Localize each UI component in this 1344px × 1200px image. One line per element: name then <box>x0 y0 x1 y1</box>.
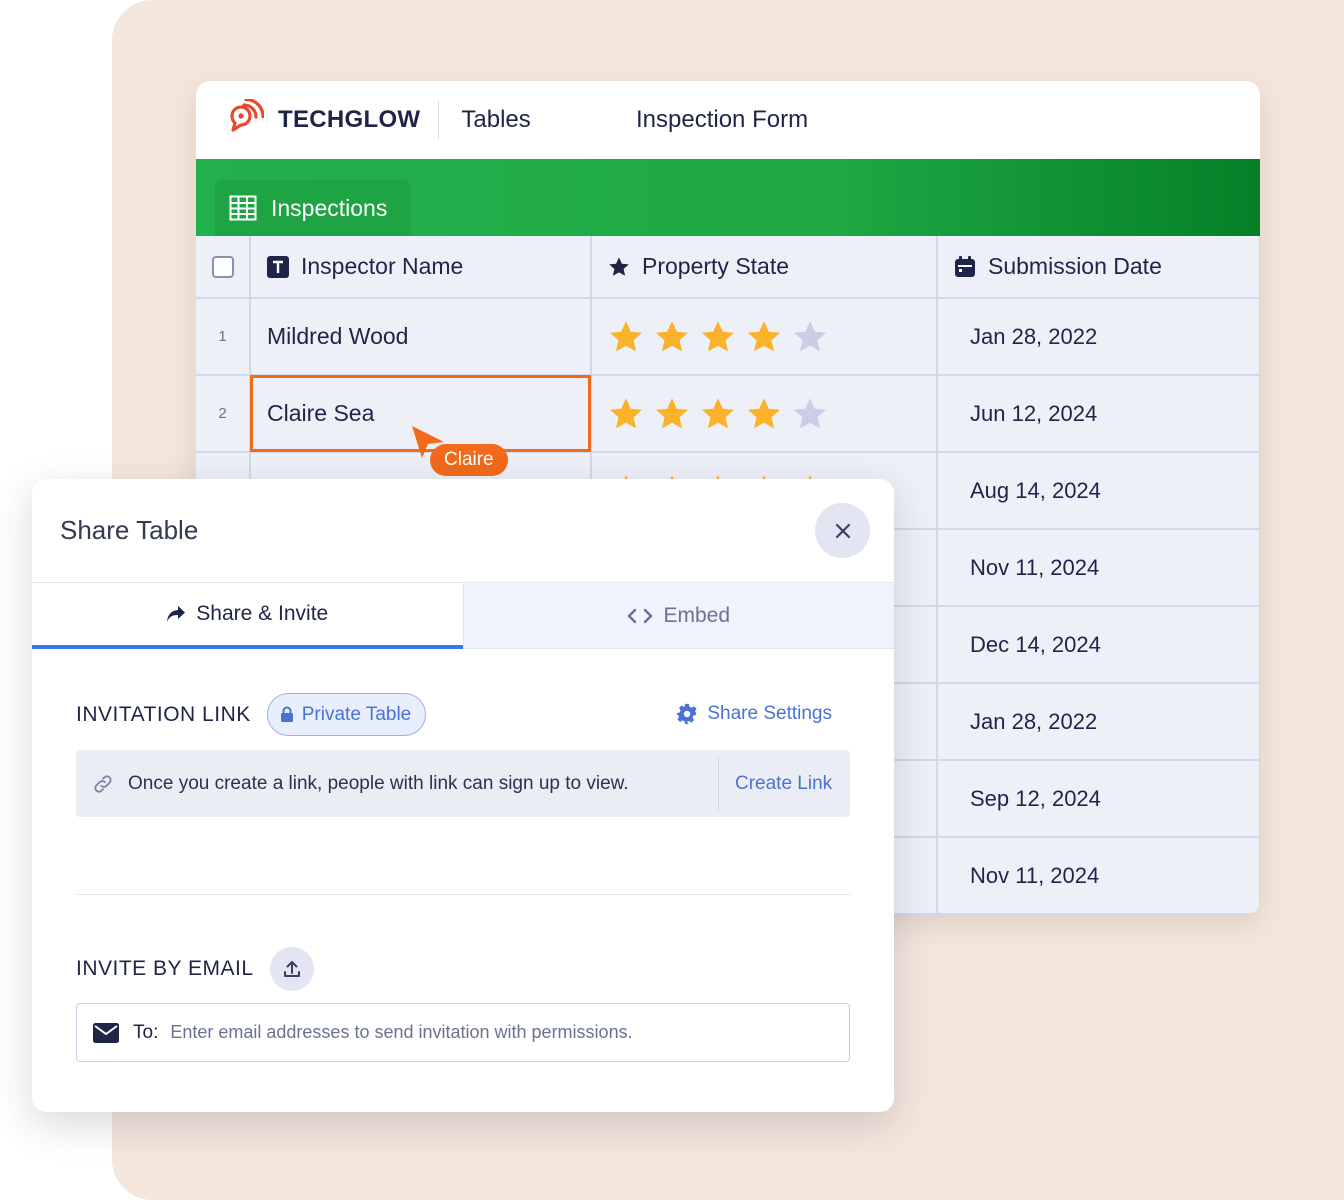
column-header-submission-date[interactable]: Submission Date <box>937 236 1260 299</box>
header-divider <box>438 101 440 139</box>
star-rating[interactable] <box>608 396 936 432</box>
select-all-checkbox[interactable] <box>211 255 234 278</box>
cell-submission-date[interactable]: Nov 11, 2024 <box>937 837 1260 915</box>
invite-by-email-row: INVITE BY EMAIL <box>76 947 314 991</box>
table-row[interactable]: 1 Mildred Wood Jan 28, 2022 <box>196 298 1260 376</box>
create-link-button[interactable]: Create Link <box>735 773 832 795</box>
techglow-logo-icon <box>230 99 264 132</box>
dialog-header: Share Table <box>32 479 894 583</box>
share-table-dialog: Share Table Share & Invite Embed INVITAT… <box>32 479 894 1112</box>
form-title[interactable]: Inspection Form <box>636 106 808 134</box>
upload-contacts-button[interactable] <box>269 947 314 991</box>
cell-inspector-name[interactable]: Mildred Wood <box>250 298 592 376</box>
row-number: 2 <box>196 375 251 453</box>
email-input[interactable] <box>170 1022 771 1043</box>
cell-property-state[interactable] <box>591 298 938 376</box>
collaborator-cursor-label: Claire <box>430 444 508 476</box>
invitation-link-box: Once you create a link, people with link… <box>76 750 850 817</box>
invitation-link-row: INVITATION LINK Private Table <box>76 693 427 736</box>
to-label: To: <box>133 1021 159 1043</box>
rating-star-icon[interactable] <box>654 396 690 432</box>
tab-label: Embed <box>663 603 731 627</box>
cell-submission-date[interactable]: Jan 28, 2022 <box>937 298 1260 376</box>
cell-property-state[interactable] <box>591 375 938 453</box>
cell-submission-date[interactable]: Sep 12, 2024 <box>937 760 1260 838</box>
link-icon <box>94 774 112 793</box>
tab-share-invite[interactable]: Share & Invite <box>32 583 463 649</box>
invite-by-email-title: INVITE BY EMAIL <box>76 957 254 980</box>
grid-table-icon <box>229 195 257 221</box>
email-recipients-field[interactable]: To: <box>76 1003 850 1062</box>
nav-tables[interactable]: Tables <box>461 106 530 134</box>
tab-inspections[interactable]: Inspections <box>215 180 411 236</box>
rating-star-icon[interactable] <box>700 319 736 355</box>
star-rating[interactable] <box>608 319 936 355</box>
table-row[interactable]: 2 Claire Sea Jun 12, 2024 <box>196 375 1260 453</box>
column-header-inspector-name[interactable]: Inspector Name <box>250 236 592 299</box>
column-label: Submission Date <box>988 253 1162 279</box>
rating-star-icon[interactable] <box>700 396 736 432</box>
close-icon <box>835 523 850 538</box>
tab-inspections-label: Inspections <box>271 194 388 221</box>
rating-star-icon[interactable] <box>746 396 782 432</box>
share-arrow-icon <box>167 606 186 622</box>
gear-icon <box>677 703 697 725</box>
tab-label: Share & Invite <box>196 602 329 625</box>
cell-submission-date[interactable]: Jan 28, 2022 <box>937 683 1260 761</box>
envelope-icon <box>93 1022 119 1043</box>
cell-submission-date[interactable]: Dec 14, 2024 <box>937 606 1260 684</box>
share-settings-link[interactable]: Share Settings <box>676 703 832 725</box>
upload-icon <box>283 961 300 977</box>
section-divider <box>76 894 850 895</box>
column-label: Inspector Name <box>301 253 464 279</box>
select-all-cell <box>196 236 251 299</box>
tab-embed[interactable]: Embed <box>462 583 894 649</box>
rating-star-icon[interactable] <box>654 319 690 355</box>
cell-submission-date[interactable]: Jun 12, 2024 <box>937 375 1260 453</box>
invitation-link-title: INVITATION LINK <box>76 702 251 726</box>
calendar-icon <box>955 255 975 277</box>
cell-submission-date[interactable]: Nov 11, 2024 <box>937 529 1260 607</box>
private-table-label: Private Table <box>301 703 412 725</box>
rating-star-icon[interactable] <box>792 319 828 355</box>
share-settings-label: Share Settings <box>707 703 832 724</box>
dialog-tabs: Share & Invite Embed <box>32 583 894 649</box>
dialog-title: Share Table <box>60 515 199 545</box>
private-table-badge[interactable]: Private Table <box>266 693 427 736</box>
code-icon <box>628 608 653 623</box>
link-box-divider <box>718 758 719 810</box>
text-type-icon <box>267 255 289 278</box>
rating-star-icon[interactable] <box>792 396 828 432</box>
table-tabs-bar: Inspections <box>196 159 1260 236</box>
close-button[interactable] <box>815 503 870 558</box>
row-number: 1 <box>196 298 251 376</box>
rating-star-icon[interactable] <box>608 319 644 355</box>
brand-name: TECHGLOW <box>278 106 421 133</box>
top-bar: TECHGLOW Tables Inspection Form <box>196 81 1260 159</box>
rating-star-icon[interactable] <box>746 319 782 355</box>
star-icon <box>609 256 629 276</box>
column-label: Property State <box>642 253 790 279</box>
table-header-row: Inspector Name Property State Submission… <box>196 236 1260 299</box>
rating-star-icon[interactable] <box>608 396 644 432</box>
cell-submission-date[interactable]: Aug 14, 2024 <box>937 452 1260 530</box>
link-description: Once you create a link, people with link… <box>128 772 629 794</box>
lock-icon <box>280 706 293 722</box>
column-header-property-state[interactable]: Property State <box>591 236 938 299</box>
